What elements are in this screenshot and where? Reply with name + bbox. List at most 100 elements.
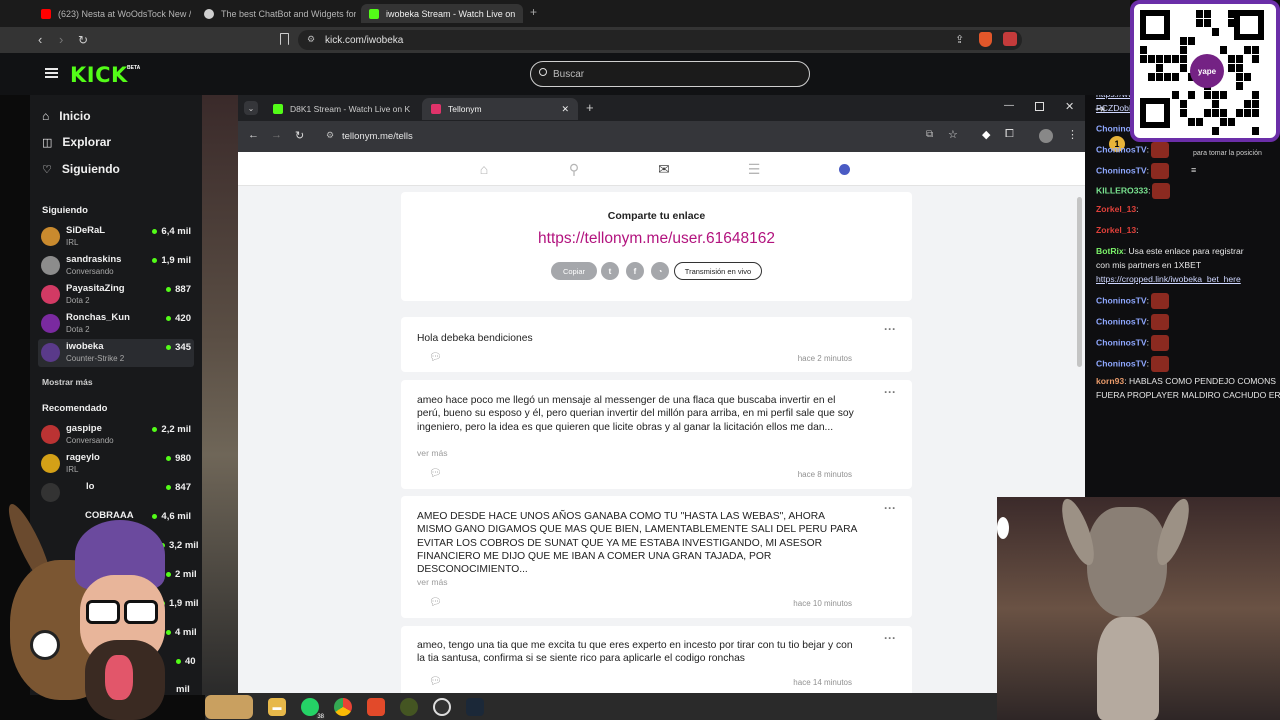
outer-url-field[interactable]: ⚙ kick.com/iwobeka xyxy=(298,30,1022,50)
nav-siguiendo[interactable]: ♡ Siguiendo xyxy=(42,160,120,178)
bookmark-icon[interactable] xyxy=(280,33,289,45)
more-menu-icon[interactable]: ⋮ xyxy=(1067,128,1078,141)
cartoon-donkey-overlay xyxy=(0,480,205,720)
chat-username[interactable]: ChoninosTV xyxy=(1096,144,1147,154)
outer-tab-youtube[interactable]: (623) Nesta at WoOdsTock New / xyxy=(33,4,191,23)
channel-item[interactable]: PayasitaZing Dota 2 887 xyxy=(38,281,194,309)
chat-username[interactable]: ChoninosTV xyxy=(1096,295,1147,305)
site-info-icon[interactable]: ⚙ xyxy=(307,34,315,45)
brave-icon[interactable] xyxy=(367,697,385,716)
qr-module xyxy=(1148,73,1155,81)
comment-icon[interactable]: 💬︎ xyxy=(429,597,442,608)
chat-username[interactable]: ChoninosTV xyxy=(1096,358,1147,368)
chat-username[interactable]: Zorkel_13 xyxy=(1096,204,1136,214)
chat-username[interactable]: KILLERO333 xyxy=(1096,185,1148,195)
copy-button[interactable]: Copiar xyxy=(551,262,597,280)
tell-text: ameo, tengo una tia que me excita tu que… xyxy=(417,640,853,665)
star-icon[interactable]: ☆ xyxy=(948,128,958,141)
channel-item[interactable]: rageylo IRL 980 xyxy=(38,450,194,478)
inner-tab-d8k1[interactable]: D8K1 Stream - Watch Live on K xyxy=(264,98,422,120)
puzzle-icon[interactable]: ⧠ xyxy=(1005,128,1014,141)
comment-icon[interactable]: 💬︎ xyxy=(429,352,442,363)
brave-rewards-icon[interactable] xyxy=(1003,32,1017,46)
more-options-icon[interactable]: ··· xyxy=(884,501,896,515)
reload-icon[interactable]: ↻ xyxy=(295,129,304,142)
obs-icon[interactable] xyxy=(433,697,451,716)
chat-text: : HABLAS COMO PENDEJO COMONS xyxy=(1124,376,1277,386)
chat-username[interactable]: ChoninosTV xyxy=(1096,337,1147,347)
app-icon[interactable] xyxy=(400,697,418,716)
close-tab-icon[interactable]: ✕ xyxy=(561,104,569,115)
chat-text: : xyxy=(1136,204,1139,214)
more-options-icon[interactable]: ··· xyxy=(884,385,896,399)
whatsapp-icon[interactable]: ◔ xyxy=(651,262,669,280)
channel-item[interactable]: Ronchas_Kun Dota 2 420 xyxy=(38,310,194,338)
new-tab-button[interactable]: + xyxy=(586,100,594,115)
channel-category: Counter-Strike 2 xyxy=(66,354,125,363)
chat-username[interactable]: Zorkel_13 xyxy=(1096,225,1136,235)
search-input[interactable]: Buscar xyxy=(530,61,810,87)
channel-item[interactable]: sandraskins Conversando 1,9 mil xyxy=(38,252,194,280)
comment-icon[interactable]: 💬︎ xyxy=(429,676,442,687)
tell-time: hace 8 minutos xyxy=(797,470,852,479)
chat-username[interactable]: ChoninosTV xyxy=(1096,316,1147,326)
profile-icon[interactable] xyxy=(836,161,852,177)
maximize-icon[interactable] xyxy=(1035,102,1044,111)
menu-icon[interactable] xyxy=(45,68,58,78)
inbox-icon[interactable]: ✉ xyxy=(656,161,672,177)
chat-username[interactable]: korn93 xyxy=(1096,376,1124,386)
scrollbar-thumb[interactable] xyxy=(1077,197,1082,367)
feed-icon[interactable]: ☰ xyxy=(746,161,762,177)
kick-logo[interactable]: KICK xyxy=(70,63,128,87)
new-tab-button[interactable]: + xyxy=(530,5,537,19)
chat-link[interactable]: https://cropped.link/iwobeka_bet_here xyxy=(1096,274,1241,284)
channel-item[interactable]: gaspipe Conversando 2,2 mil xyxy=(38,421,194,449)
nav-inicio[interactable]: ⌂ Inicio xyxy=(42,107,91,125)
filter-icon[interactable]: ≡ xyxy=(1191,165,1196,175)
see-more-link[interactable]: ver más xyxy=(417,577,448,587)
share-link[interactable]: https://tellonym.me/user.61648162 xyxy=(401,230,912,248)
file-explorer-icon[interactable]: ▬ xyxy=(268,697,286,716)
chrome-icon[interactable] xyxy=(334,697,352,716)
close-tab-icon[interactable]: ✕ xyxy=(522,8,523,19)
reload-icon[interactable]: ↻ xyxy=(78,33,88,47)
home-icon[interactable]: ⌂ xyxy=(476,161,492,177)
show-more-link[interactable]: Mostrar más xyxy=(42,377,93,387)
chat-username[interactable]: ChoninosTV xyxy=(1096,165,1147,175)
extension-icon[interactable]: ◆ xyxy=(982,128,990,141)
steam-icon[interactable] xyxy=(466,697,484,716)
forward-icon[interactable]: › xyxy=(59,33,63,47)
back-icon[interactable]: ← xyxy=(248,129,259,141)
brave-shield-icon[interactable] xyxy=(979,32,992,47)
see-more-link[interactable]: ver más xyxy=(417,448,448,458)
stream-video-edge[interactable] xyxy=(202,95,238,695)
chat-text: : xyxy=(1146,316,1149,327)
inner-tab-tellonym[interactable]: Tellonym ✕ xyxy=(422,98,578,120)
outer-tab-kick[interactable]: iwobeka Stream - Watch Live on ✕ xyxy=(361,4,523,23)
search-icon[interactable]: ⚲ xyxy=(566,161,582,177)
nav-explorar[interactable]: ◫ Explorar xyxy=(42,133,111,151)
close-window-icon[interactable]: ✕ xyxy=(1065,100,1074,113)
minimize-icon[interactable]: — xyxy=(1004,100,1014,111)
chat-username[interactable]: BotRix xyxy=(1096,246,1124,256)
qr-module xyxy=(1228,10,1235,18)
whatsapp-icon[interactable]: 38 xyxy=(301,697,325,720)
back-icon[interactable]: ‹ xyxy=(38,33,42,47)
forward-icon[interactable]: → xyxy=(271,129,282,141)
more-options-icon[interactable]: ··· xyxy=(884,322,896,336)
facebook-icon[interactable]: f xyxy=(626,262,644,280)
more-options-icon[interactable]: ··· xyxy=(884,631,896,645)
site-info-icon[interactable]: ⚙ xyxy=(326,130,334,141)
weather-widget-icon[interactable] xyxy=(205,694,253,719)
live-stream-button[interactable]: Transmisión en vivo xyxy=(674,262,762,280)
avatar[interactable] xyxy=(1039,129,1053,143)
channel-item[interactable]: SiDeRaL IRL 6,4 mil xyxy=(38,223,194,251)
share-icon[interactable]: ⇪ xyxy=(955,33,964,46)
translate-icon[interactable]: ⧉ xyxy=(926,129,933,140)
tell-text: ameo hace poco me llegó un mensaje al me… xyxy=(417,395,854,433)
twitter-icon[interactable]: t xyxy=(601,262,619,280)
comment-icon[interactable]: 💬︎ xyxy=(429,468,442,479)
outer-tab-chatbot[interactable]: The best ChatBot and Widgets for Ki xyxy=(196,4,356,23)
tab-search-icon[interactable]: ⌄ xyxy=(244,101,258,115)
channel-item-selected[interactable]: iwobeka Counter-Strike 2 345 xyxy=(38,339,194,367)
